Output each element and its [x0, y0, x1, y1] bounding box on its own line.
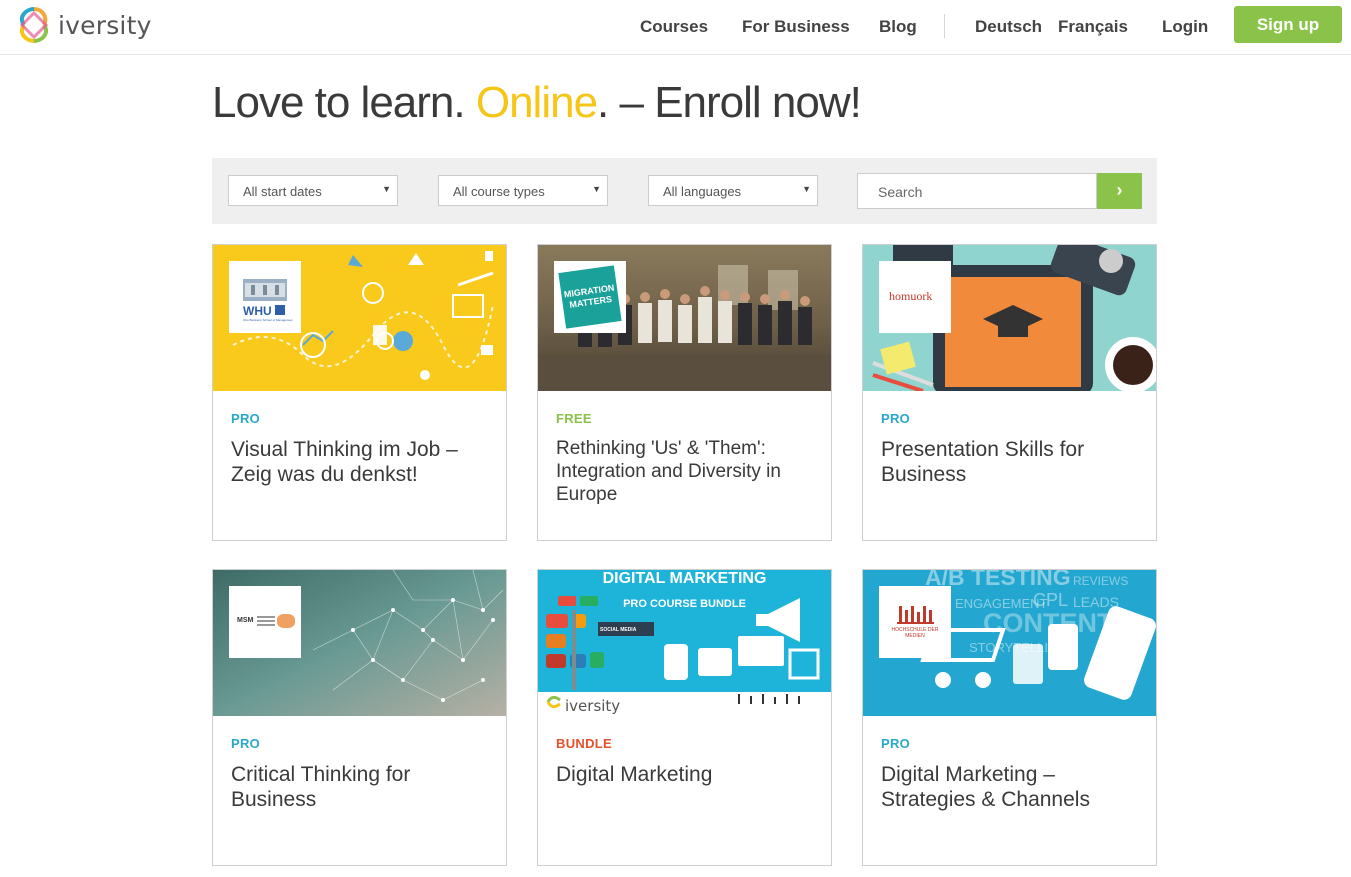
bg-word: REVIEWS: [1073, 574, 1129, 588]
start-date-select[interactable]: All start dates ▼: [228, 175, 398, 206]
msm-logo-line: [257, 620, 275, 622]
msm-logo-text: MSM: [237, 617, 254, 624]
dropdown-caret-icon: ▼: [382, 184, 391, 194]
course-card[interactable]: MIGRATION MATTERS FREE Rethinking 'Us' &…: [537, 244, 832, 541]
banner-subtitle: PRO COURSE BUNDLE: [623, 598, 746, 610]
university-logo: HOCHSCHULE DER MEDIEN: [879, 586, 951, 658]
nav-blog[interactable]: Blog: [879, 17, 917, 37]
hero-part-2: . – Enroll now!: [597, 78, 862, 127]
nav-lang-deutsch[interactable]: Deutsch: [975, 17, 1042, 37]
course-title[interactable]: Digital Marketing – Strategies & Channel…: [881, 762, 1143, 812]
course-title[interactable]: Digital Marketing: [556, 762, 818, 787]
course-type-tag: PRO: [881, 736, 911, 751]
course-type-tag: PRO: [231, 736, 261, 751]
migration-matters-logo: MIGRATION MATTERS: [558, 265, 622, 329]
whu-logo-subtitle: Otto Beisheim School of Management: [243, 318, 293, 322]
hdm-logo-text: HOCHSCHULE DER MEDIEN: [891, 627, 939, 639]
course-image: MIGRATION MATTERS: [538, 245, 831, 391]
nav-divider: [944, 14, 945, 38]
course-type-tag: FREE: [556, 411, 592, 426]
organization-logo: MIGRATION MATTERS: [554, 261, 626, 333]
dropdown-caret-icon: ▼: [592, 184, 601, 194]
course-title[interactable]: Rethinking 'Us' & 'Them': Integration an…: [556, 437, 818, 506]
search-submit-button[interactable]: ›: [1097, 173, 1142, 209]
msm-logo-line: [257, 624, 275, 626]
banner-title: DIGITAL MARKETING: [602, 570, 767, 587]
course-type-tag: PRO: [881, 411, 911, 426]
dropdown-caret-icon: ▼: [802, 184, 811, 194]
course-card[interactable]: A/B TESTING REVIEWS ENGAGEMENT CPL LEADS…: [862, 569, 1157, 866]
bg-word: CONTENT: [983, 608, 1114, 638]
brand-name: iversity: [58, 10, 152, 40]
msm-logo-line: [257, 616, 275, 618]
bg-word: STORYTELLING: [969, 640, 1068, 655]
nav-lang-francais[interactable]: Français: [1058, 17, 1128, 37]
msm-map-icon: [277, 614, 295, 628]
course-image: MSM: [213, 570, 506, 716]
language-select[interactable]: All languages ▼: [648, 175, 818, 206]
course-card[interactable]: homuork PRO Presentation Skills for Busi…: [862, 244, 1157, 541]
hero-part-1: Love to learn.: [212, 78, 476, 127]
start-date-value: All start dates: [243, 184, 322, 199]
course-title[interactable]: Visual Thinking im Job – Zeig was du den…: [231, 437, 493, 487]
iversity-logo-icon: [19, 7, 49, 43]
course-card[interactable]: WHU Otto Beisheim School of Management P…: [212, 244, 507, 541]
nav-for-business[interactable]: For Business: [742, 17, 850, 37]
banner-chip: SOCIAL MEDIA: [600, 627, 637, 633]
course-type-value: All course types: [453, 184, 545, 199]
course-image: homuork: [863, 245, 1156, 391]
course-type-tag: BUNDLE: [556, 736, 612, 751]
hero-heading: Love to learn. Online. – Enroll now!: [212, 78, 862, 128]
banner-brand: iversity: [565, 697, 621, 715]
hero-highlight: Online: [475, 78, 598, 127]
nav-courses[interactable]: Courses: [640, 17, 708, 37]
hdm-logo-icon: [897, 606, 934, 624]
course-image: DIGITAL MARKETING PRO COURSE BUNDLE SOCI…: [538, 570, 831, 716]
university-logo: WHU Otto Beisheim School of Management: [229, 261, 301, 333]
course-card[interactable]: DIGITAL MARKETING PRO COURSE BUNDLE SOCI…: [537, 569, 832, 866]
chevron-right-icon: ›: [1116, 180, 1123, 200]
language-value: All languages: [663, 184, 742, 199]
course-card[interactable]: MSM PRO Critical Thinking for Business: [212, 569, 507, 866]
course-title[interactable]: Presentation Skills for Business: [881, 437, 1143, 487]
course-type-select[interactable]: All course types ▼: [438, 175, 608, 206]
course-title[interactable]: Critical Thinking for Business: [231, 762, 493, 812]
whu-logo-icon: [243, 279, 287, 315]
university-logo: MSM: [229, 586, 301, 658]
course-image: WHU Otto Beisheim School of Management: [213, 245, 506, 391]
course-type-tag: PRO: [231, 411, 261, 426]
nav-login[interactable]: Login: [1162, 17, 1208, 37]
digital-marketing-banner: [538, 570, 831, 716]
search-input[interactable]: Search: [857, 173, 1097, 209]
brand-logo[interactable]: iversity: [14, 5, 152, 45]
signup-button[interactable]: Sign up: [1234, 6, 1342, 43]
filter-bar: All start dates ▼ All course types ▼ All…: [212, 158, 1157, 224]
course-image: A/B TESTING REVIEWS ENGAGEMENT CPL LEADS…: [863, 570, 1156, 716]
homuork-logo-text: homuork: [889, 289, 933, 303]
organization-logo: homuork: [879, 261, 951, 333]
site-header: iversity Courses For Business Blog Deuts…: [0, 0, 1351, 55]
whu-logo-text: WHU: [243, 304, 272, 318]
